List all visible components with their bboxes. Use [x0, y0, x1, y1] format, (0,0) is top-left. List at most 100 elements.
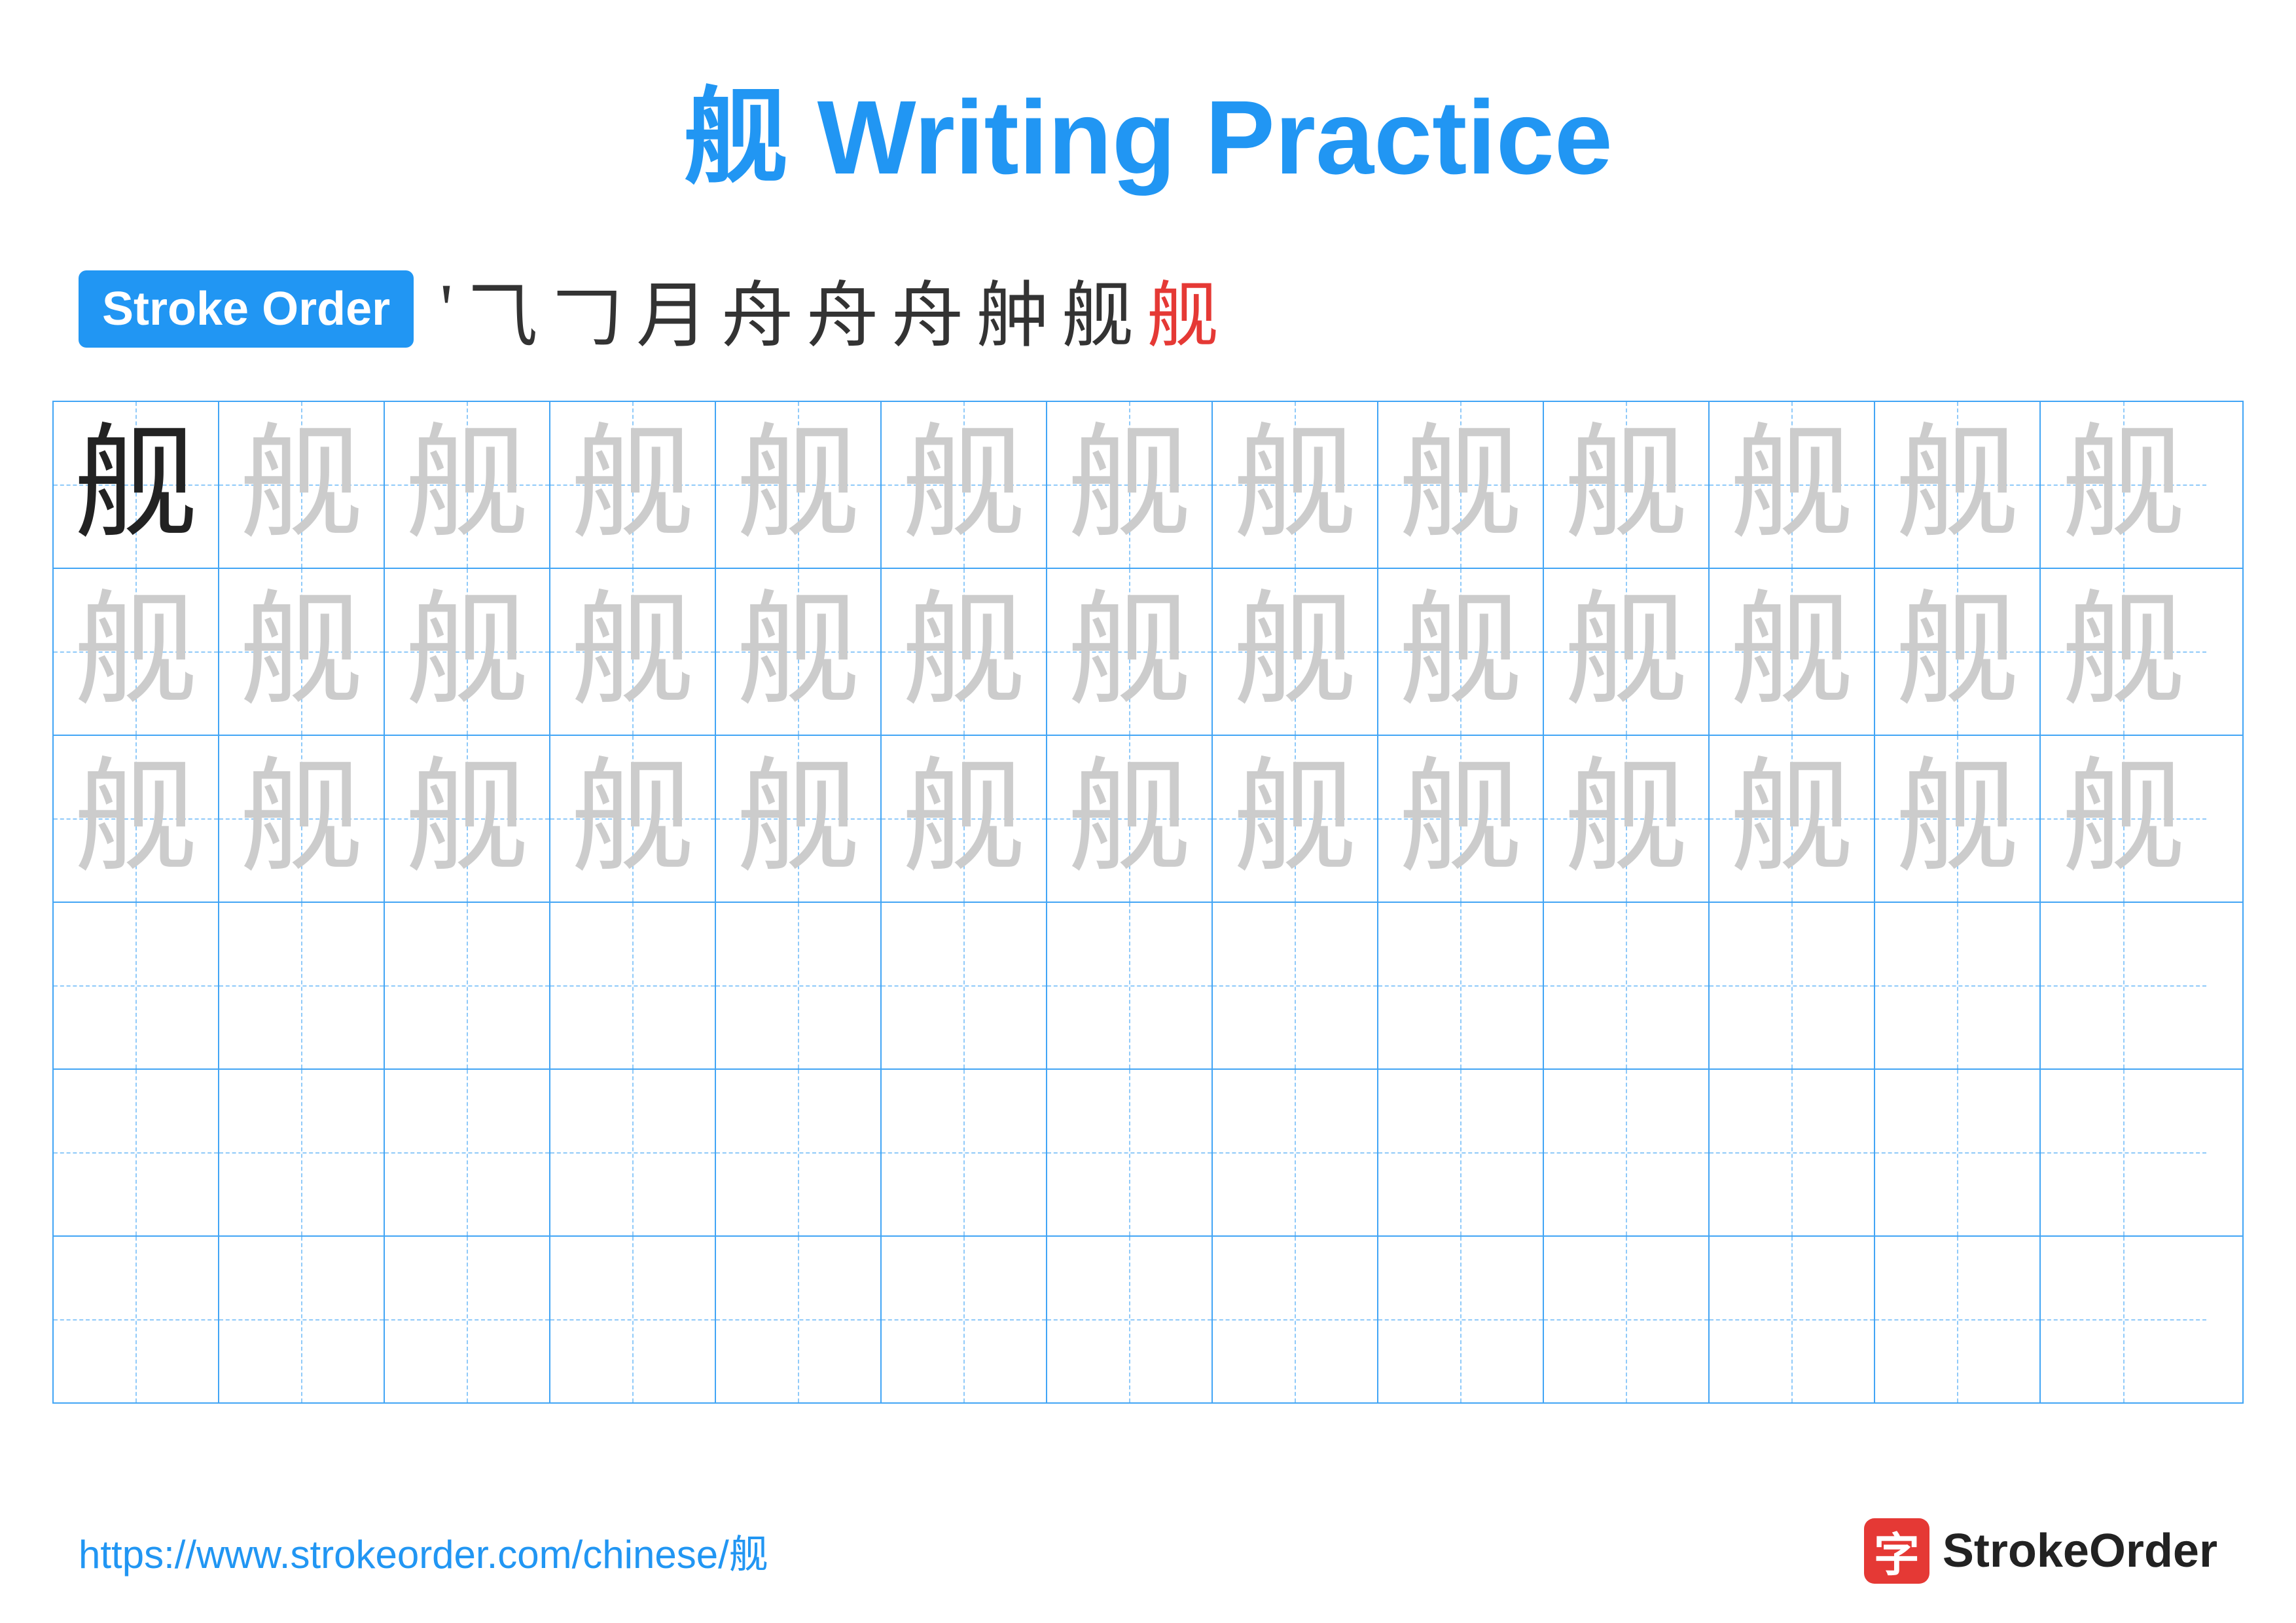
cell-3-12[interactable]: 舰: [1875, 736, 2041, 902]
cell-6-3[interactable]: [385, 1237, 550, 1402]
cell-6-13[interactable]: [2041, 1237, 2206, 1402]
cell-6-2[interactable]: [219, 1237, 385, 1402]
cell-5-10[interactable]: [1544, 1070, 1710, 1235]
cell-2-8[interactable]: 舰: [1213, 569, 1378, 735]
cell-2-12[interactable]: 舰: [1875, 569, 2041, 735]
cell-6-5[interactable]: [716, 1237, 882, 1402]
char-ghost: 舰: [736, 423, 860, 547]
grid-row-2: 舰 舰 舰 舰 舰 舰 舰 舰 舰 舰 舰 舰 舰: [54, 569, 2242, 736]
cell-3-13[interactable]: 舰: [2041, 736, 2206, 902]
cell-5-5[interactable]: [716, 1070, 882, 1235]
cell-1-13[interactable]: 舰: [2041, 402, 2206, 568]
cell-5-2[interactable]: [219, 1070, 385, 1235]
cell-4-7[interactable]: [1047, 903, 1213, 1068]
cell-5-8[interactable]: [1213, 1070, 1378, 1235]
cell-4-12[interactable]: [1875, 903, 2041, 1068]
char-ghost: 舰: [570, 423, 694, 547]
grid-row-4: [54, 903, 2242, 1070]
cell-5-7[interactable]: [1047, 1070, 1213, 1235]
cell-3-3[interactable]: 舰: [385, 736, 550, 902]
cell-2-3[interactable]: 舰: [385, 569, 550, 735]
cell-4-9[interactable]: [1378, 903, 1544, 1068]
cell-6-11[interactable]: [1710, 1237, 1875, 1402]
cell-6-10[interactable]: [1544, 1237, 1710, 1402]
char-ghost: 舰: [1729, 590, 1854, 714]
stroke-2: ⺄: [466, 257, 538, 361]
cell-6-4[interactable]: [550, 1237, 716, 1402]
cell-5-11[interactable]: [1710, 1070, 1875, 1235]
cell-1-10[interactable]: 舰: [1544, 402, 1710, 568]
cell-1-8[interactable]: 舰: [1213, 402, 1378, 568]
cell-1-1[interactable]: 舰: [54, 402, 219, 568]
cell-1-4[interactable]: 舰: [550, 402, 716, 568]
cell-3-11[interactable]: 舰: [1710, 736, 1875, 902]
cell-6-9[interactable]: [1378, 1237, 1544, 1402]
cell-1-11[interactable]: 舰: [1710, 402, 1875, 568]
cell-1-9[interactable]: 舰: [1378, 402, 1544, 568]
footer-url[interactable]: https://www.strokeorder.com/chinese/舰: [79, 1523, 768, 1580]
cell-4-5[interactable]: [716, 903, 882, 1068]
cell-5-6[interactable]: [882, 1070, 1047, 1235]
cell-4-4[interactable]: [550, 903, 716, 1068]
grid-row-1: 舰 舰 舰 舰 舰 舰 舰 舰 舰 舰 舰 舰 舰: [54, 402, 2242, 569]
cell-3-10[interactable]: 舰: [1544, 736, 1710, 902]
cell-1-12[interactable]: 舰: [1875, 402, 2041, 568]
char-ghost: 舰: [1564, 423, 1688, 547]
cell-4-3[interactable]: [385, 903, 550, 1068]
cell-2-10[interactable]: 舰: [1544, 569, 1710, 735]
char-ghost: 舰: [1729, 757, 1854, 881]
cell-1-6[interactable]: 舰: [882, 402, 1047, 568]
cell-1-3[interactable]: 舰: [385, 402, 550, 568]
char-ghost: 舰: [1232, 590, 1357, 714]
cell-4-1[interactable]: [54, 903, 219, 1068]
cell-5-13[interactable]: [2041, 1070, 2206, 1235]
stroke-3: 𠃌: [551, 257, 623, 361]
cell-2-4[interactable]: 舰: [550, 569, 716, 735]
cell-4-13[interactable]: [2041, 903, 2206, 1068]
char-ghost: 舰: [404, 757, 529, 881]
cell-5-1[interactable]: [54, 1070, 219, 1235]
cell-1-2[interactable]: 舰: [219, 402, 385, 568]
cell-2-9[interactable]: 舰: [1378, 569, 1544, 735]
cell-3-6[interactable]: 舰: [882, 736, 1047, 902]
cell-4-2[interactable]: [219, 903, 385, 1068]
cell-2-6[interactable]: 舰: [882, 569, 1047, 735]
cell-3-2[interactable]: 舰: [219, 736, 385, 902]
cell-5-9[interactable]: [1378, 1070, 1544, 1235]
cell-6-7[interactable]: [1047, 1237, 1213, 1402]
cell-2-13[interactable]: 舰: [2041, 569, 2206, 735]
cell-6-6[interactable]: [882, 1237, 1047, 1402]
cell-3-9[interactable]: 舰: [1378, 736, 1544, 902]
stroke-6: 舟: [806, 257, 878, 361]
cell-6-1[interactable]: [54, 1237, 219, 1402]
cell-4-6[interactable]: [882, 903, 1047, 1068]
cell-3-5[interactable]: 舰: [716, 736, 882, 902]
cell-3-4[interactable]: 舰: [550, 736, 716, 902]
cell-2-1[interactable]: 舰: [54, 569, 219, 735]
cell-5-12[interactable]: [1875, 1070, 2041, 1235]
cell-6-12[interactable]: [1875, 1237, 2041, 1402]
cell-2-7[interactable]: 舰: [1047, 569, 1213, 735]
stroke-sequence: ' ⺄ 𠃌 月 舟 舟 舟 舯 舰 舰: [440, 257, 1219, 361]
cell-4-8[interactable]: [1213, 903, 1378, 1068]
cell-2-2[interactable]: 舰: [219, 569, 385, 735]
cell-4-11[interactable]: [1710, 903, 1875, 1068]
char-ghost: 舰: [901, 757, 1026, 881]
strokeorder-logo-icon: 字: [1864, 1518, 1929, 1584]
cell-2-5[interactable]: 舰: [716, 569, 882, 735]
char-solid: 舰: [73, 423, 198, 547]
char-ghost: 舰: [2061, 757, 2185, 881]
cell-3-8[interactable]: 舰: [1213, 736, 1378, 902]
cell-4-10[interactable]: [1544, 903, 1710, 1068]
cell-3-1[interactable]: 舰: [54, 736, 219, 902]
cell-5-3[interactable]: [385, 1070, 550, 1235]
char-ghost: 舰: [2061, 590, 2185, 714]
cell-2-11[interactable]: 舰: [1710, 569, 1875, 735]
cell-1-5[interactable]: 舰: [716, 402, 882, 568]
cell-3-7[interactable]: 舰: [1047, 736, 1213, 902]
char-ghost: 舰: [1895, 757, 2019, 881]
stroke-8: 舯: [977, 257, 1049, 361]
cell-1-7[interactable]: 舰: [1047, 402, 1213, 568]
cell-5-4[interactable]: [550, 1070, 716, 1235]
cell-6-8[interactable]: [1213, 1237, 1378, 1402]
